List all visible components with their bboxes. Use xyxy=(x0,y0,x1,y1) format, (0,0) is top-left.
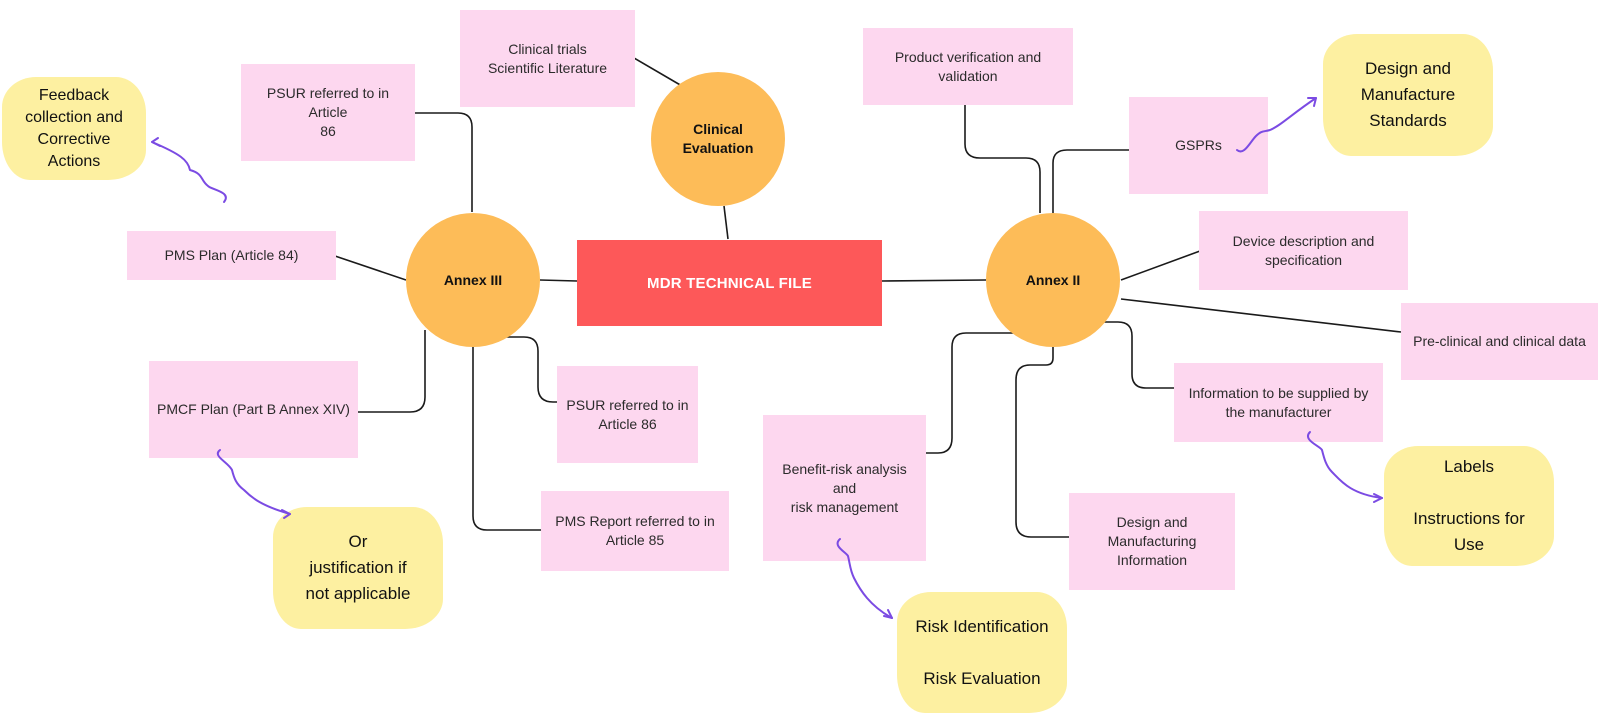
arrow-icon-justification xyxy=(216,449,291,519)
arrow-icon-standards xyxy=(1236,97,1317,153)
annotation-arrows xyxy=(151,97,1383,619)
arrow-icon-feedback xyxy=(151,137,227,203)
arrow-icon-risk xyxy=(836,538,893,619)
arrow-icon-labels xyxy=(1307,431,1383,503)
